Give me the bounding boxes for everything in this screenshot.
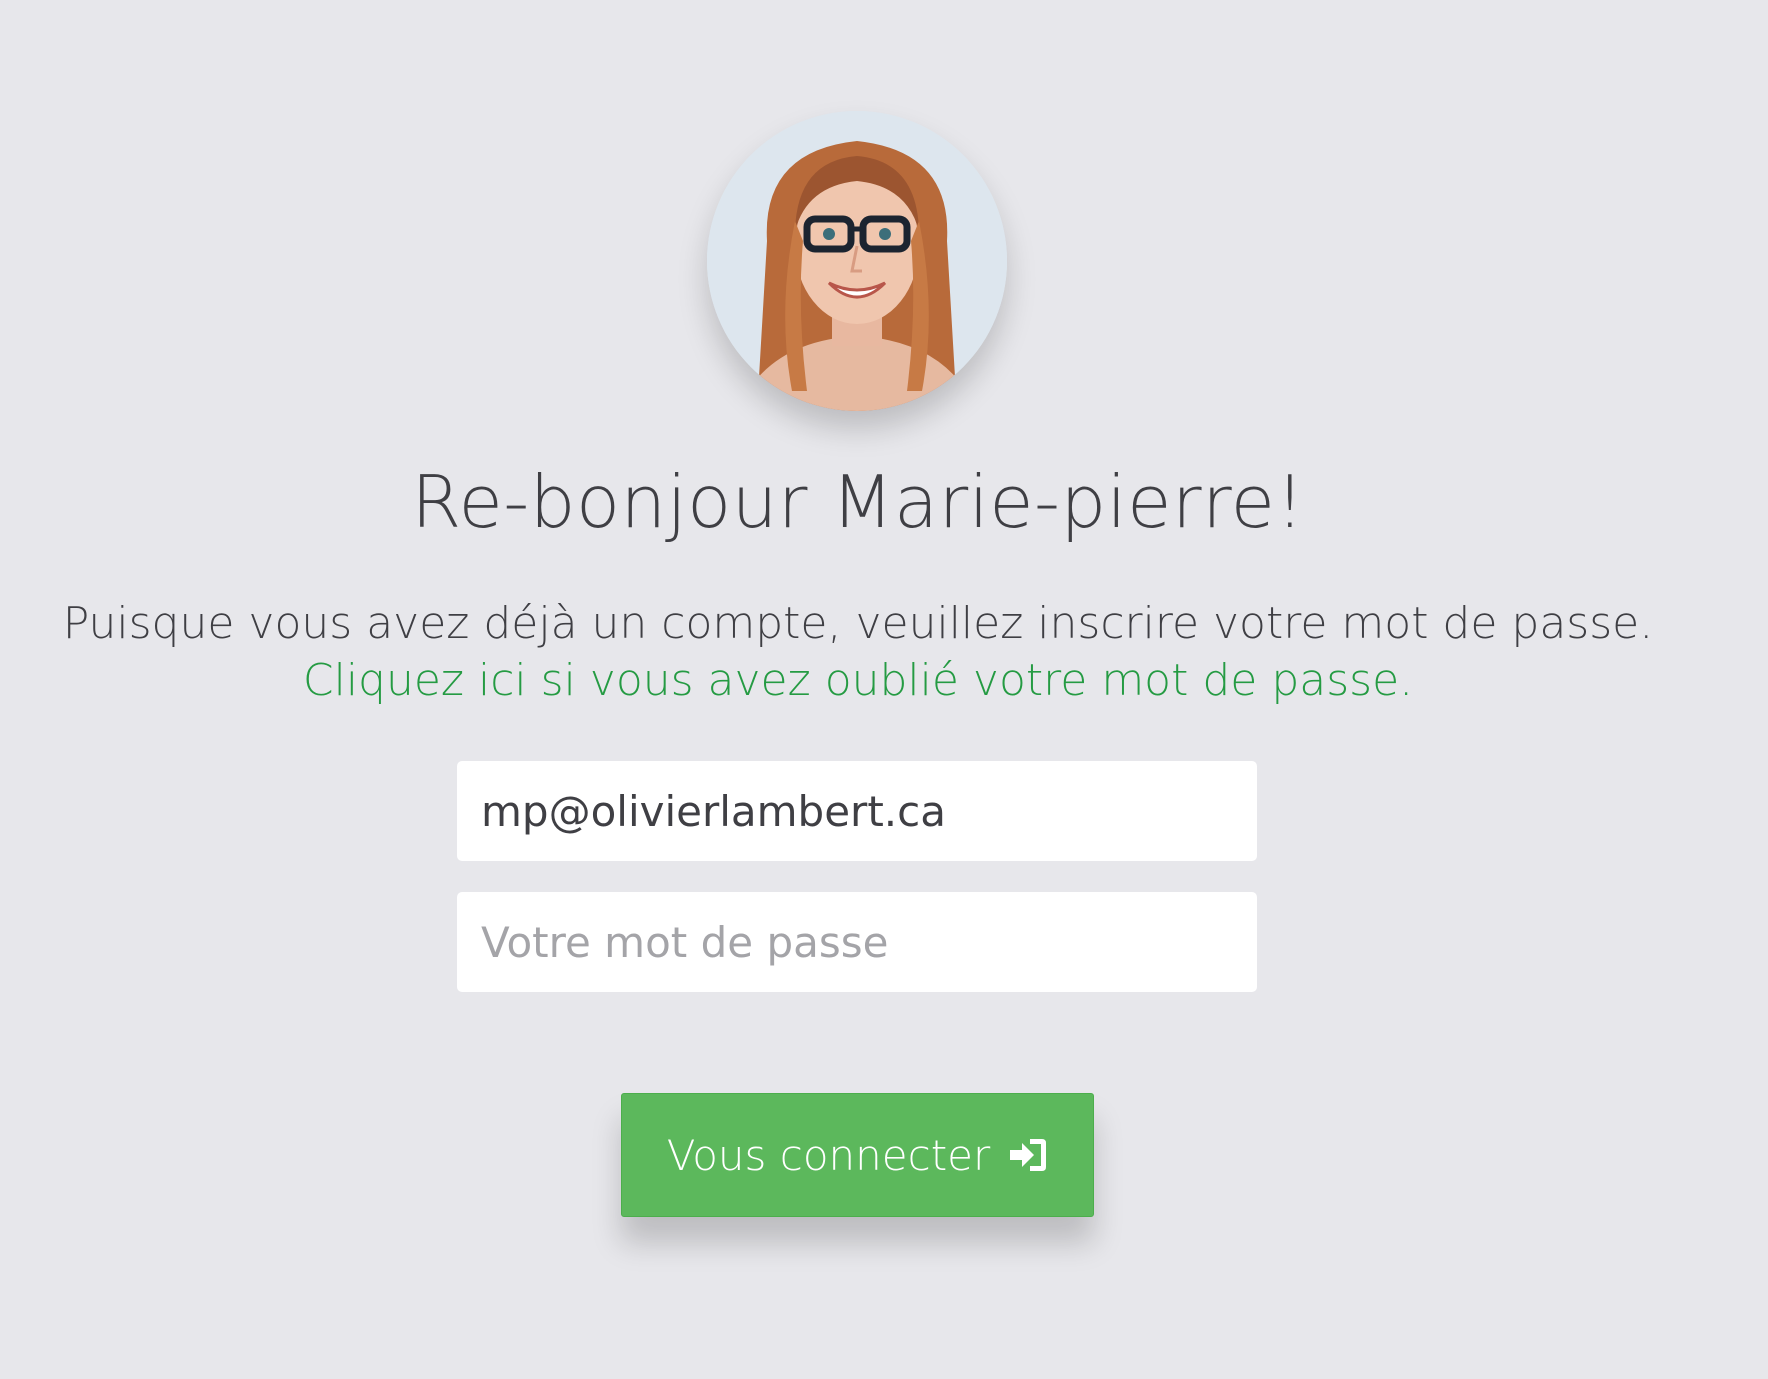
forgot-password-link[interactable]: Cliquez ici si vous avez oublié votre mo… [0, 653, 1716, 709]
login-button[interactable]: Vous connecter [621, 1093, 1094, 1217]
instructions-text: Puisque vous avez déjà un compte, veuill… [62, 598, 1654, 649]
login-button-label: Vous connecter [666, 1130, 991, 1180]
avatar [707, 111, 1007, 411]
password-field[interactable] [457, 892, 1257, 992]
email-field[interactable] [457, 761, 1257, 861]
page-title: Re-bonjour Marie-pierre! [411, 460, 1305, 544]
login-page: Re-bonjour Marie-pierre! Puisque vous av… [0, 0, 1768, 1379]
sign-in-icon [1008, 1135, 1048, 1175]
